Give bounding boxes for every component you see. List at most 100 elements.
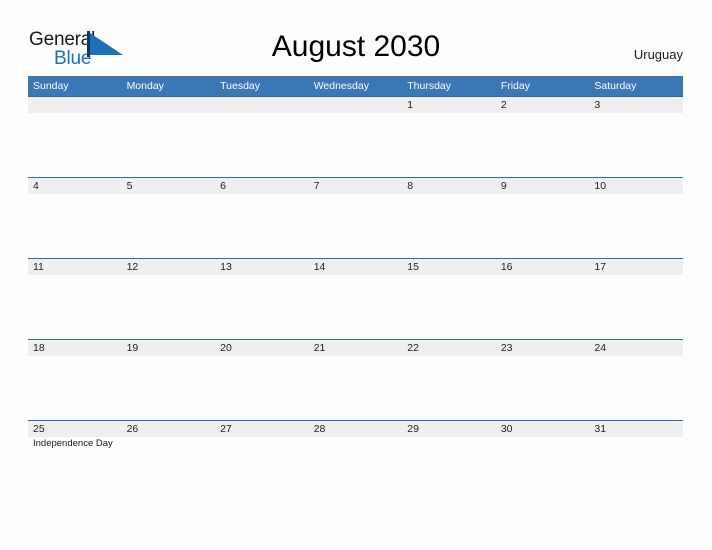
weekday-header-row: Sunday Monday Tuesday Wednesday Thursday… <box>28 76 683 96</box>
day-events <box>220 437 309 438</box>
calendar-day-cell[interactable]: 20 <box>215 340 309 420</box>
day-number: 11 <box>33 261 44 273</box>
day-events <box>33 356 122 357</box>
calendar-day-cell[interactable]: 13 <box>215 259 309 339</box>
day-events <box>594 356 683 357</box>
week-day-cells: 18 19 20 21 22 23 24 <box>28 340 683 420</box>
day-events <box>314 437 403 438</box>
day-events <box>314 113 403 114</box>
calendar-day-cell[interactable]: 25 Independence Day <box>28 421 122 501</box>
weekday-header-tuesday: Tuesday <box>220 80 261 92</box>
day-events <box>594 275 683 276</box>
calendar-day-cell[interactable]: 17 <box>589 259 683 339</box>
calendar-day-cell[interactable]: 22 <box>402 340 496 420</box>
day-events <box>594 194 683 195</box>
calendar-day-cell[interactable]: 3 <box>589 97 683 177</box>
weekday-header-friday: Friday <box>500 80 530 92</box>
day-number: 5 <box>126 180 133 192</box>
day-number: 20 <box>220 342 232 354</box>
day-number: 27 <box>220 423 232 435</box>
calendar-week-row: 18 19 20 21 22 23 24 <box>28 339 683 420</box>
day-number: 13 <box>220 261 232 273</box>
day-number: 28 <box>313 423 326 435</box>
day-number: 14 <box>313 261 326 273</box>
calendar-day-cell[interactable]: 15 <box>402 259 496 339</box>
day-number: 1 <box>407 99 414 111</box>
calendar-day-cell[interactable]: 21 <box>309 340 403 420</box>
day-number: 4 <box>33 180 39 192</box>
day-events <box>407 437 496 438</box>
day-events <box>220 194 309 195</box>
week-day-cells: 25 Independence Day 26 27 28 29 30 31 <box>28 421 683 501</box>
day-events <box>314 194 403 195</box>
calendar-day-cell[interactable]: 2 <box>496 97 590 177</box>
weekday-header-thursday: Thursday <box>407 80 452 92</box>
week-day-cells: 11 12 13 14 15 16 17 <box>28 259 683 339</box>
day-events <box>501 275 590 276</box>
day-events <box>220 275 309 276</box>
country-label: Uruguay <box>633 47 683 62</box>
day-events <box>407 356 496 357</box>
day-events <box>220 356 309 357</box>
calendar-day-cell[interactable]: 10 <box>589 178 683 258</box>
calendar-day-cell[interactable]: 5 <box>122 178 216 258</box>
day-events <box>127 113 216 114</box>
day-events <box>314 275 403 276</box>
day-events <box>501 437 590 438</box>
calendar-day-cell[interactable]: 31 <box>589 421 683 501</box>
calendar-day-cell[interactable]: 30 <box>496 421 590 501</box>
calendar-day-cell[interactable]: 16 <box>496 259 590 339</box>
calendar-day-cell[interactable]: 19 <box>122 340 216 420</box>
calendar-day-cell[interactable]: 7 <box>309 178 403 258</box>
day-events <box>594 113 683 114</box>
calendar-day-cell[interactable]: 9 <box>496 178 590 258</box>
calendar-day-cell[interactable]: 29 <box>402 421 496 501</box>
day-number: 15 <box>407 261 419 273</box>
calendar-day-cell-empty <box>215 97 309 177</box>
day-number: 9 <box>500 180 507 192</box>
calendar-day-cell[interactable]: 28 <box>309 421 403 501</box>
weekday-header-saturday: Saturday <box>594 80 637 92</box>
day-event-label: Independence Day <box>33 438 113 449</box>
day-number: 16 <box>500 261 513 273</box>
day-number: 22 <box>407 342 419 354</box>
week-day-cells: 4 5 6 7 8 9 10 <box>28 178 683 258</box>
day-events <box>501 194 590 195</box>
day-events: Independence Day <box>33 437 122 450</box>
day-number: 6 <box>220 180 226 192</box>
calendar-day-cell[interactable]: 11 <box>28 259 122 339</box>
day-number: 25 <box>33 423 45 435</box>
calendar-day-cell[interactable]: 24 <box>589 340 683 420</box>
day-events <box>407 275 496 276</box>
calendar-day-cell-empty <box>122 97 216 177</box>
calendar-day-cell[interactable]: 4 <box>28 178 122 258</box>
calendar-day-cell[interactable]: 23 <box>496 340 590 420</box>
calendar-day-cell[interactable]: 8 <box>402 178 496 258</box>
day-number: 10 <box>594 180 607 192</box>
day-number: 2 <box>500 99 507 111</box>
day-events <box>314 356 403 357</box>
calendar-day-cell[interactable]: 18 <box>28 340 122 420</box>
day-events <box>33 113 122 114</box>
calendar-day-cell[interactable]: 12 <box>122 259 216 339</box>
calendar-day-cell[interactable]: 1 <box>402 97 496 177</box>
day-number: 30 <box>500 423 513 435</box>
day-number: 18 <box>33 342 45 354</box>
day-number: 24 <box>594 342 607 354</box>
page-title: August 2030 <box>271 30 441 63</box>
day-events <box>127 356 216 357</box>
day-events <box>127 275 216 276</box>
day-number: 31 <box>594 423 607 435</box>
day-events <box>33 275 122 276</box>
calendar-day-cell[interactable]: 6 <box>215 178 309 258</box>
day-events <box>407 113 496 114</box>
day-number: 26 <box>126 423 139 435</box>
calendar-day-cell[interactable]: 26 <box>122 421 216 501</box>
calendar-weeks: 1 2 3 4 5 6 7 8 9 10 11 12 13 14 15 16 17 18 19 20 21 22 23 24 2… <box>28 96 683 501</box>
calendar-week-row: 1 2 3 <box>28 96 683 177</box>
calendar-day-cell[interactable]: 27 <box>215 421 309 501</box>
weekday-header-sunday: Sunday <box>33 80 69 92</box>
calendar-day-cell[interactable]: 14 <box>309 259 403 339</box>
day-number: 29 <box>407 423 419 435</box>
day-events <box>407 194 496 195</box>
